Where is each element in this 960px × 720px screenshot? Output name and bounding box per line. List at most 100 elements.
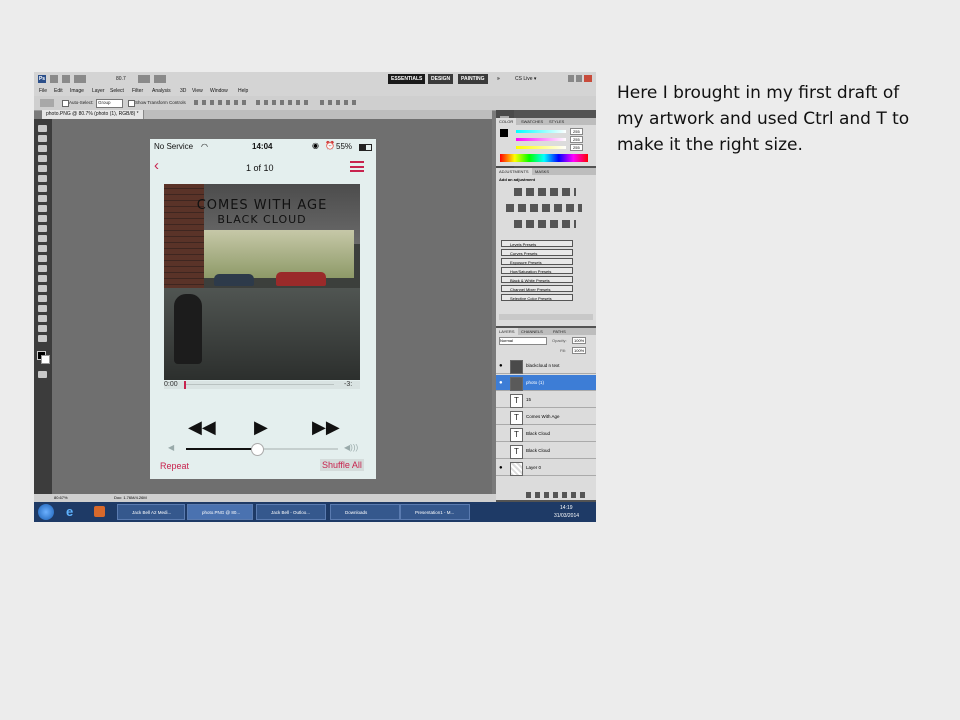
mini-bridge-icon[interactable] (62, 75, 70, 83)
tab-styles[interactable]: STYLES (546, 118, 567, 125)
auto-select-checkbox[interactable] (62, 100, 69, 107)
tab-channels[interactable]: CHANNELS (518, 328, 546, 335)
quick-mask-icon[interactable] (38, 371, 47, 378)
preset-black-white[interactable]: Black & White Presets (501, 276, 573, 283)
menu-window[interactable]: Window (210, 88, 228, 94)
background-color-swatch[interactable] (41, 355, 50, 364)
preset-curves[interactable]: Curves Presets (501, 249, 573, 256)
layer-footer-buttons[interactable] (526, 492, 586, 498)
taskbar-date[interactable]: 31/03/2014 (554, 513, 579, 519)
minimize-icon[interactable] (568, 75, 574, 82)
fast-forward-icon[interactable]: ▶▶ (312, 417, 340, 438)
tab-masks[interactable]: MASKS (532, 168, 552, 175)
opacity-field[interactable]: 100% (572, 337, 587, 344)
visibility-eye-icon[interactable]: ● (499, 460, 503, 476)
taskbar-item-photoshop[interactable]: photo.PNG @ 80... (187, 504, 253, 520)
color-spectrum[interactable] (500, 154, 588, 162)
preset-selective-color[interactable]: Selective Color Presets (501, 294, 573, 301)
layer-row[interactable]: ● Layer 0 (496, 460, 596, 476)
auto-select-dropdown[interactable]: Group (96, 99, 123, 108)
blue-slider[interactable] (516, 146, 566, 149)
layer-row[interactable]: T 15 (496, 392, 596, 408)
screen-mode-icon[interactable] (154, 75, 166, 83)
play-icon[interactable]: ▶ (254, 417, 268, 438)
media-player-icon[interactable] (94, 506, 105, 517)
layer-row[interactable]: ● blackcloud n text (496, 358, 596, 374)
menu-file[interactable]: File (39, 88, 47, 94)
preset-channel-mixer[interactable]: Channel Mixer Presets (501, 285, 573, 292)
zoom-level[interactable]: 80.7 (116, 76, 126, 82)
volume-slider[interactable] (186, 443, 338, 456)
dodge-tool-icon[interactable] (38, 255, 47, 262)
menu-filter[interactable]: Filter (132, 88, 143, 94)
gradient-tool-icon[interactable] (38, 235, 47, 242)
menu-analysis[interactable]: Analysis (152, 88, 171, 94)
blur-tool-icon[interactable] (38, 245, 47, 252)
pen-tool-icon[interactable] (38, 265, 47, 272)
transform-controls-checkbox[interactable] (128, 100, 135, 107)
eraser-tool-icon[interactable] (38, 225, 47, 232)
red-slider[interactable] (516, 130, 566, 133)
crop-tool-icon[interactable] (38, 165, 47, 172)
bridge-icon[interactable] (50, 75, 58, 83)
adjustment-icons-row-3[interactable] (514, 220, 576, 228)
start-button-icon[interactable] (38, 504, 54, 520)
tab-color[interactable]: COLOR (496, 118, 517, 125)
red-value[interactable]: 255 (570, 128, 583, 135)
distribute-buttons-icon[interactable] (256, 100, 308, 105)
layer-row[interactable]: T Black Cloud (496, 426, 596, 442)
taskbar-item-powerpoint[interactable]: Presentation1 - M... (400, 504, 470, 520)
repeat-button[interactable]: Repeat (160, 461, 189, 471)
shuffle-all-button[interactable]: Shuffle All (320, 459, 364, 471)
taskbar-item-outlook[interactable]: Jack Bell - Outloo... (256, 504, 326, 520)
lasso-tool-icon[interactable] (38, 145, 47, 152)
blue-value[interactable]: 255 (570, 144, 583, 151)
preset-hue-saturation[interactable]: Hue/Saturation Presets (501, 267, 573, 274)
rewind-icon[interactable]: ◀◀ (188, 417, 216, 438)
hand-tool-icon[interactable] (38, 325, 47, 332)
history-brush-tool-icon[interactable] (38, 215, 47, 222)
close-icon[interactable] (584, 75, 592, 82)
arrange-documents-icon[interactable] (138, 75, 150, 83)
preset-levels[interactable]: Levels Presets (501, 240, 573, 247)
adjustment-icons-row-1[interactable] (514, 188, 576, 196)
tab-layers[interactable]: LAYERS (496, 328, 518, 335)
shape-tool-icon[interactable] (38, 295, 47, 302)
maximize-icon[interactable] (576, 75, 582, 82)
layer-row[interactable]: T Comes With Age (496, 409, 596, 425)
menu-edit[interactable]: Edit (54, 88, 63, 94)
back-chevron-icon[interactable]: ‹ (154, 157, 159, 174)
fill-field[interactable]: 100% (572, 347, 587, 354)
menu-image[interactable]: Image (70, 88, 84, 94)
layer-row[interactable]: T Black Cloud (496, 443, 596, 459)
workspace-painting[interactable]: PAINTING (458, 74, 488, 84)
cs-live-button[interactable]: CS Live ▾ (512, 74, 539, 84)
quick-select-tool-icon[interactable] (38, 155, 47, 162)
path-selection-tool-icon[interactable] (38, 285, 47, 292)
taskbar-item-downloads[interactable]: Downloads (330, 504, 400, 520)
type-tool-icon[interactable] (38, 275, 47, 282)
green-value[interactable]: 255 (570, 136, 583, 143)
volume-knob[interactable] (251, 443, 265, 456)
layer-row[interactable]: ● photo (1) (496, 375, 596, 391)
marquee-tool-icon[interactable] (38, 135, 47, 142)
zoom-tool-icon[interactable] (38, 335, 47, 342)
blend-mode-dropdown[interactable]: Normal (499, 337, 547, 345)
healing-brush-tool-icon[interactable] (38, 185, 47, 192)
tab-swatches[interactable]: SWATCHES (518, 118, 546, 125)
more-workspaces-button[interactable]: » (494, 74, 503, 84)
menu-layer[interactable]: Layer (92, 88, 105, 94)
status-zoom[interactable]: 80.67% (54, 494, 68, 502)
scrubber-track[interactable] (164, 381, 360, 389)
eyedropper-tool-icon[interactable] (38, 175, 47, 182)
3d-rotate-tool-icon[interactable] (38, 305, 47, 312)
workspace-essentials[interactable]: ESSENTIALS (388, 74, 426, 84)
preset-exposure[interactable]: Exposure Presets (501, 258, 573, 265)
menu-help[interactable]: Help (238, 88, 248, 94)
3d-tool-buttons-icon[interactable] (320, 100, 360, 105)
menu-3d[interactable]: 3D (180, 88, 186, 94)
clone-stamp-tool-icon[interactable] (38, 205, 47, 212)
internet-explorer-icon[interactable]: e (66, 504, 73, 519)
align-buttons-icon[interactable] (194, 100, 246, 105)
taskbar-clock[interactable]: 14:19 (560, 505, 573, 511)
